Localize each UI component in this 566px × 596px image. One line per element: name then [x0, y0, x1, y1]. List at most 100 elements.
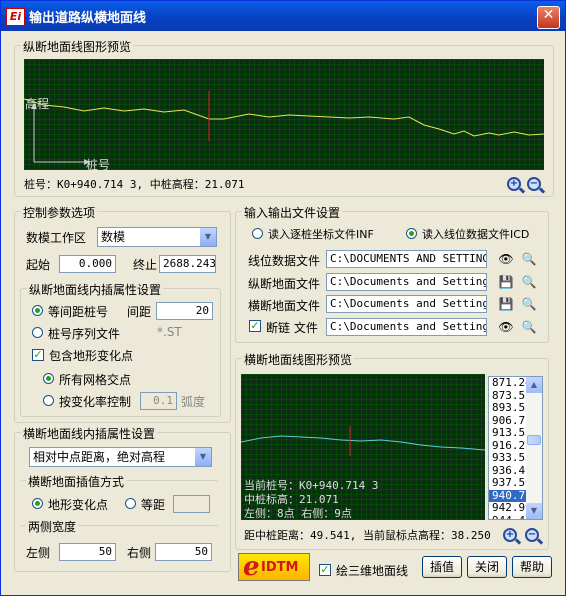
- chevron-down-icon[interactable]: ▼: [195, 448, 211, 466]
- read-icd-radio[interactable]: [406, 228, 417, 239]
- equal-dist-radio[interactable]: [125, 498, 136, 509]
- view-file-icon[interactable]: 🔍: [521, 251, 537, 267]
- left-width-input[interactable]: 50: [59, 543, 116, 561]
- station-file-radio[interactable]: [32, 327, 43, 338]
- window-title: 输出道路纵横地面线: [29, 11, 147, 26]
- info-points: 左侧：8点 右侧：9点: [244, 507, 352, 520]
- cross-mode-select[interactable]: 相对中点距离，绝对高程 ▼: [29, 447, 212, 467]
- start-input[interactable]: 0.000: [59, 255, 116, 273]
- list-item[interactable]: 893.531 3: [489, 401, 526, 415]
- list-item[interactable]: 942.990 3: [489, 501, 526, 515]
- zoom-in-icon[interactable]: +: [507, 177, 521, 191]
- scroll-thumb[interactable]: [527, 435, 541, 445]
- method-label: 横断地面插值方式: [26, 473, 127, 490]
- main-dialog: Ei 输出道路纵横地面线 ✕ 纵断地面线图形预览 高程 桩号 桩号：K0+940…: [0, 0, 566, 596]
- browse-binoculars-icon[interactable]: 👁: [498, 251, 514, 267]
- spacing-input[interactable]: 20: [156, 302, 213, 320]
- terrain-point-radio[interactable]: [32, 498, 43, 509]
- long-profile-canvas[interactable]: 高程 桩号: [24, 59, 544, 172]
- equal-spacing-label: 等间距桩号: [48, 305, 109, 319]
- include-terrain-checkbox[interactable]: ✓: [32, 349, 44, 361]
- list-item[interactable]: 937.508 3: [489, 476, 526, 490]
- line-data-input[interactable]: C:\DOCUMENTS AND SETTINGS\: [326, 250, 487, 268]
- rate-input[interactable]: 0.1: [140, 392, 177, 410]
- cross-profile-line: [241, 435, 485, 451]
- equal-dist-input[interactable]: [173, 495, 210, 513]
- y-axis-label: 高程: [25, 97, 50, 111]
- by-rate-label: 按变化率控制: [59, 395, 132, 409]
- right-width-label: 右侧: [127, 546, 152, 560]
- close-button[interactable]: 关闭: [467, 556, 507, 578]
- station-list[interactable]: 871.244 3873.531 3893.531 3906.713 3913.…: [488, 376, 543, 520]
- all-grid-label: 所有网格交点: [59, 373, 132, 387]
- read-inf-radio[interactable]: [252, 228, 263, 239]
- view-file-icon[interactable]: 🔍: [521, 319, 537, 335]
- station-file-ext: *.ST: [157, 325, 182, 339]
- line-data-label: 线位数据文件: [248, 254, 321, 268]
- cross-file-label: 横断地面文件: [248, 299, 321, 313]
- interpolate-button[interactable]: 插值: [422, 556, 462, 578]
- read-inf-label: 读入逐桩坐标文件INF: [268, 228, 374, 241]
- station-list-scrollbar[interactable]: ▲ ▼: [526, 377, 542, 519]
- terrain-point-label: 地形变化点: [48, 498, 109, 512]
- scroll-down-icon[interactable]: ▼: [526, 503, 542, 519]
- station-list-rows: 871.244 3873.531 3893.531 3906.713 3913.…: [489, 377, 526, 519]
- long-status-text: 桩号：K0+940.714 3, 中桩高程：21.071: [24, 178, 245, 191]
- close-icon[interactable]: ✕: [537, 6, 560, 29]
- help-button[interactable]: 帮助: [512, 556, 552, 578]
- logo-mark: e: [243, 552, 260, 582]
- by-rate-radio[interactable]: [43, 395, 54, 406]
- start-label: 起始: [26, 258, 51, 272]
- cross-preview-label: 横断地面线图形预览: [242, 351, 355, 368]
- x-axis-label: 桩号: [86, 158, 111, 172]
- zoom-out-icon[interactable]: −: [527, 177, 541, 191]
- arc-label: 弧度: [181, 395, 206, 409]
- equal-spacing-radio[interactable]: [32, 305, 43, 316]
- long-interp-label: 纵断地面线内插属性设置: [27, 281, 164, 298]
- list-item[interactable]: 871.244 3: [489, 377, 526, 390]
- save-disk-icon[interactable]: 💾: [498, 274, 514, 290]
- logo-text: IDTM: [261, 560, 299, 575]
- break-checkbox[interactable]: ✓: [249, 320, 261, 332]
- long-file-label: 纵断地面文件: [248, 277, 321, 291]
- zoom-in-icon[interactable]: +: [503, 528, 517, 542]
- scroll-up-icon[interactable]: ▲: [526, 377, 542, 393]
- title-bar[interactable]: Ei 输出道路纵横地面线 ✕: [1, 1, 565, 31]
- include-terrain-label: 包含地形变化点: [49, 349, 134, 363]
- long-preview-label: 纵断地面线图形预览: [21, 38, 134, 55]
- draw3d-checkbox[interactable]: ✓: [319, 564, 331, 576]
- zoom-out-icon[interactable]: −: [525, 528, 539, 542]
- list-item[interactable]: 933.531 3: [489, 451, 526, 465]
- view-file-icon[interactable]: 🔍: [521, 296, 537, 312]
- long-file-input[interactable]: C:\Documents and Settings\: [326, 273, 487, 291]
- app-icon: Ei: [6, 8, 25, 26]
- list-item[interactable]: 944.454 3: [489, 514, 526, 519]
- station-file-label: 桩号序列文件: [48, 327, 121, 341]
- list-item[interactable]: 913.531 3: [489, 426, 526, 440]
- workspace-label: 数模工作区: [26, 231, 87, 245]
- long-preview-group: 纵断地面线图形预览 高程 桩号 桩号：K0+940.714 3, 中桩高程：21…: [14, 38, 554, 197]
- cross-profile-canvas[interactable]: 当前桩号：K0+940.714 3 中桩标高：21.071 左侧：8点 右侧：9…: [241, 374, 485, 520]
- end-input[interactable]: 2688.243: [159, 255, 216, 273]
- save-disk-icon[interactable]: 💾: [498, 296, 514, 312]
- draw3d-label: 绘三维地面线: [336, 564, 409, 578]
- break-label: 断链 文件: [266, 321, 318, 335]
- control-group-label: 控制参数选项: [21, 204, 98, 221]
- io-group-label: 输入输出文件设置: [242, 204, 343, 221]
- spacing-label: 间距: [127, 305, 152, 319]
- cross-mode-value: 相对中点距离，绝对高程: [33, 450, 166, 464]
- workspace-value: 数模: [101, 230, 126, 244]
- view-file-icon[interactable]: 🔍: [521, 274, 537, 290]
- idtm-logo: e IDTM: [238, 552, 310, 582]
- cross-file-input[interactable]: C:\Documents and Settings\: [326, 295, 487, 313]
- workspace-select[interactable]: 数模 ▼: [97, 227, 217, 247]
- break-file-input[interactable]: C:\Documents and Settings\: [326, 318, 487, 336]
- width-label: 两侧宽度: [26, 518, 79, 535]
- browse-binoculars-icon[interactable]: 👁: [498, 319, 514, 335]
- long-profile-line: [24, 98, 544, 137]
- read-icd-label: 读入线位数据文件ICD: [422, 228, 530, 241]
- all-grid-radio[interactable]: [43, 373, 54, 384]
- chevron-down-icon[interactable]: ▼: [200, 228, 216, 246]
- long-profile-svg: [24, 91, 544, 165]
- right-width-input[interactable]: 50: [155, 543, 212, 561]
